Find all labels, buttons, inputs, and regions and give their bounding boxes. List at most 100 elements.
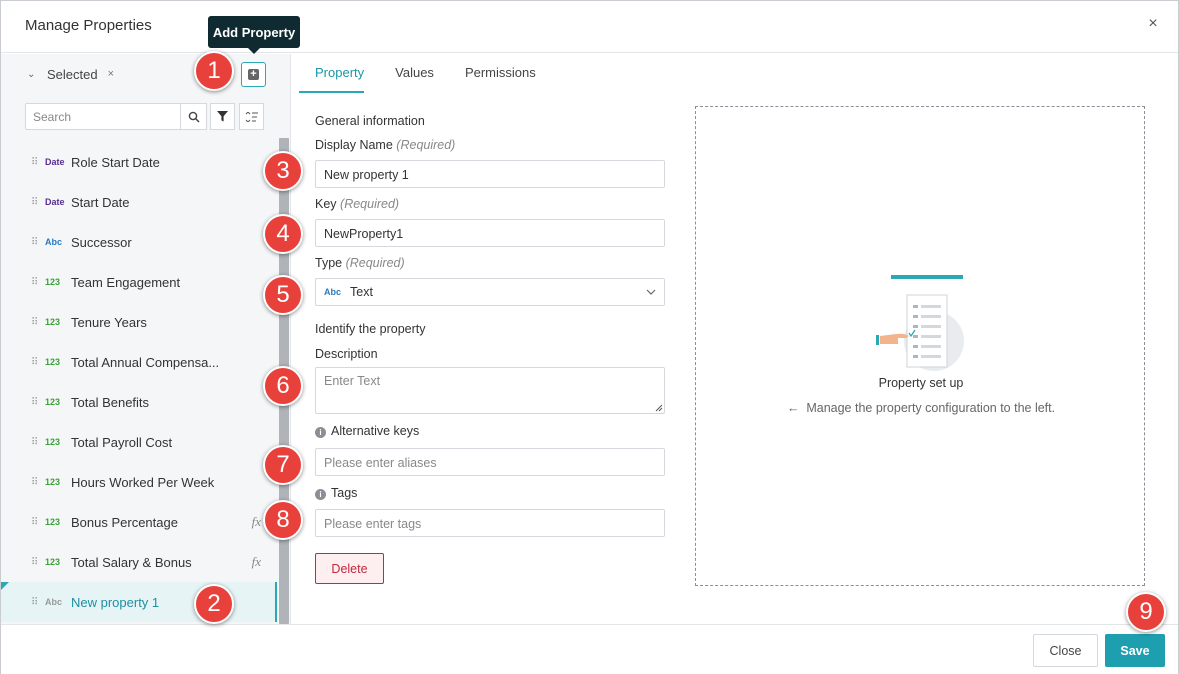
type-label: Type (Required) <box>315 256 405 270</box>
filter-button[interactable] <box>210 103 235 130</box>
number-type-icon: 123 <box>45 317 61 327</box>
sidebar: ⌄ Selected × + Search ⠿ Date Role Start Da… <box>1 54 291 624</box>
list-item[interactable]: ⠿ 123 Total Annual Compensa... <box>1 342 277 382</box>
drag-handle-icon[interactable]: ⠿ <box>31 437 45 448</box>
save-button[interactable]: Save <box>1105 634 1165 667</box>
list-item[interactable]: ⠿ 123 Total Payroll Cost <box>1 422 277 462</box>
dialog-header: Manage Properties × <box>1 1 1178 53</box>
callout-marker: 5 <box>263 275 303 315</box>
tab-values[interactable]: Values <box>395 54 434 93</box>
list-item-label: Total Annual Compensa... <box>71 354 220 370</box>
search-icon <box>188 111 200 123</box>
general-information-heading: General information <box>315 114 425 128</box>
close-button[interactable]: Close <box>1033 634 1098 667</box>
list-item-selected[interactable]: ⠿ Abc New property 1 <box>1 582 277 622</box>
callout-marker: 9 <box>1126 592 1166 632</box>
dialog: Manage Properties × Add Property ⌄ Selec… <box>0 0 1179 674</box>
clear-filter-icon[interactable]: × <box>108 68 114 80</box>
tags-field[interactable]: Please enter tags <box>315 509 665 537</box>
arrow-left-icon: ← <box>786 401 800 415</box>
list-item[interactable]: ⠿ Date Start Date <box>1 182 277 222</box>
list-item-label: Total Benefits <box>71 394 150 410</box>
date-type-icon: Date <box>45 197 65 207</box>
list-item[interactable]: ⠿ 123 Tenure Years <box>1 302 277 342</box>
plus-icon: + <box>248 69 259 80</box>
list-item-label: Total Salary & Bonus <box>71 554 192 570</box>
list-item-label: Total Payroll Cost <box>71 434 173 450</box>
drag-handle-icon[interactable]: ⠿ <box>31 237 45 248</box>
tab-permissions[interactable]: Permissions <box>465 54 536 93</box>
required-hint: (Required) <box>345 256 405 270</box>
drag-handle-icon[interactable]: ⠿ <box>31 557 45 568</box>
type-select-value: Text <box>350 285 373 299</box>
info-icon[interactable]: i <box>315 489 326 500</box>
list-item[interactable]: ⠿ Date Role Start Date <box>1 142 277 182</box>
drag-handle-icon[interactable]: ⠿ <box>31 197 45 208</box>
number-type-icon: 123 <box>45 477 61 487</box>
number-type-icon: 123 <box>45 397 61 407</box>
date-type-icon: Date <box>45 157 65 167</box>
display-name-label: Display Name (Required) <box>315 138 455 152</box>
callout-marker: 3 <box>263 151 303 191</box>
filter-icon <box>217 111 228 122</box>
list-item-label: Team Engagement <box>71 274 181 290</box>
description-textarea[interactable]: Enter Text <box>315 367 665 414</box>
chevron-down-icon[interactable]: ⌄ <box>27 69 37 80</box>
drag-handle-icon[interactable]: ⠿ <box>31 517 45 528</box>
property-setup-illustration <box>876 275 964 371</box>
setup-title: Property set up <box>878 376 964 390</box>
drag-handle-icon[interactable]: ⠿ <box>31 477 45 488</box>
drag-handle-icon[interactable]: ⠿ <box>31 357 45 368</box>
list-item-label: Bonus Percentage <box>71 514 178 530</box>
key-label-text: Key <box>315 197 337 211</box>
list-item-label: Tenure Years <box>71 314 147 330</box>
tags-label: i Tags <box>315 486 357 500</box>
list-item[interactable]: ⠿ 123 Team Engagement <box>1 262 277 302</box>
list-item[interactable]: ⠿ 123 Bonus Percentage fx <box>1 502 277 542</box>
resize-handle-icon[interactable] <box>655 404 663 412</box>
number-type-icon: 123 <box>45 517 61 527</box>
selected-filter-label: Selected <box>47 66 98 82</box>
list-item-label: New property 1 <box>71 594 160 610</box>
drag-handle-icon[interactable]: ⠿ <box>31 397 45 408</box>
alternative-keys-field[interactable]: Please enter aliases <box>315 448 665 476</box>
type-select[interactable]: Abc Text <box>315 278 665 306</box>
drag-handle-icon[interactable]: ⠿ <box>31 597 45 608</box>
setup-panel: Property set up ← Manage the property co… <box>695 106 1145 586</box>
column-settings-button[interactable] <box>239 103 264 130</box>
text-type-icon: Abc <box>45 237 63 247</box>
list-item-label: Start Date <box>71 194 130 210</box>
add-property-tooltip: Add Property <box>208 16 300 54</box>
search-input[interactable]: Search <box>25 103 180 130</box>
drag-handle-icon[interactable]: ⠿ <box>31 277 45 288</box>
callout-marker: 4 <box>263 214 303 254</box>
add-property-button[interactable]: + <box>241 62 266 87</box>
number-type-icon: 123 <box>45 277 61 287</box>
selected-filter[interactable]: ⌄ Selected × <box>27 66 114 82</box>
info-icon[interactable]: i <box>315 427 326 438</box>
list-item[interactable]: ⠿ Abc Successor <box>1 222 277 262</box>
close-icon[interactable]: × <box>1144 15 1162 35</box>
list-item[interactable]: ⠿ 123 Hours Worked Per Week <box>1 462 277 502</box>
delete-button[interactable]: Delete <box>315 553 384 584</box>
sort-options-icon <box>245 111 258 122</box>
key-field[interactable]: NewProperty1 <box>315 219 665 247</box>
list-item-label: Hours Worked Per Week <box>71 474 215 490</box>
list-item-label: Role Start Date <box>71 154 160 170</box>
search-button[interactable] <box>180 103 207 130</box>
display-name-label-text: Display Name <box>315 138 393 152</box>
callout-marker: 2 <box>194 584 234 624</box>
drag-handle-icon[interactable]: ⠿ <box>31 317 45 328</box>
tab-property[interactable]: Property <box>299 54 365 93</box>
callout-marker: 6 <box>263 366 303 406</box>
list-item-label: Successor <box>71 234 132 250</box>
display-name-field[interactable]: New property 1 <box>315 160 665 188</box>
number-type-icon: 123 <box>45 357 61 367</box>
type-label-text: Type <box>315 256 343 270</box>
number-type-icon: 123 <box>45 557 61 567</box>
drag-handle-icon[interactable]: ⠿ <box>31 157 45 168</box>
list-item[interactable]: ⠿ 123 Total Salary & Bonus fx <box>1 542 277 582</box>
property-list: ⠿ Date Role Start Date ⠿ Date Start Date ⠿ Ab… <box>1 142 277 622</box>
description-label: Description <box>315 347 378 361</box>
list-item[interactable]: ⠿ 123 Total Benefits <box>1 382 277 422</box>
